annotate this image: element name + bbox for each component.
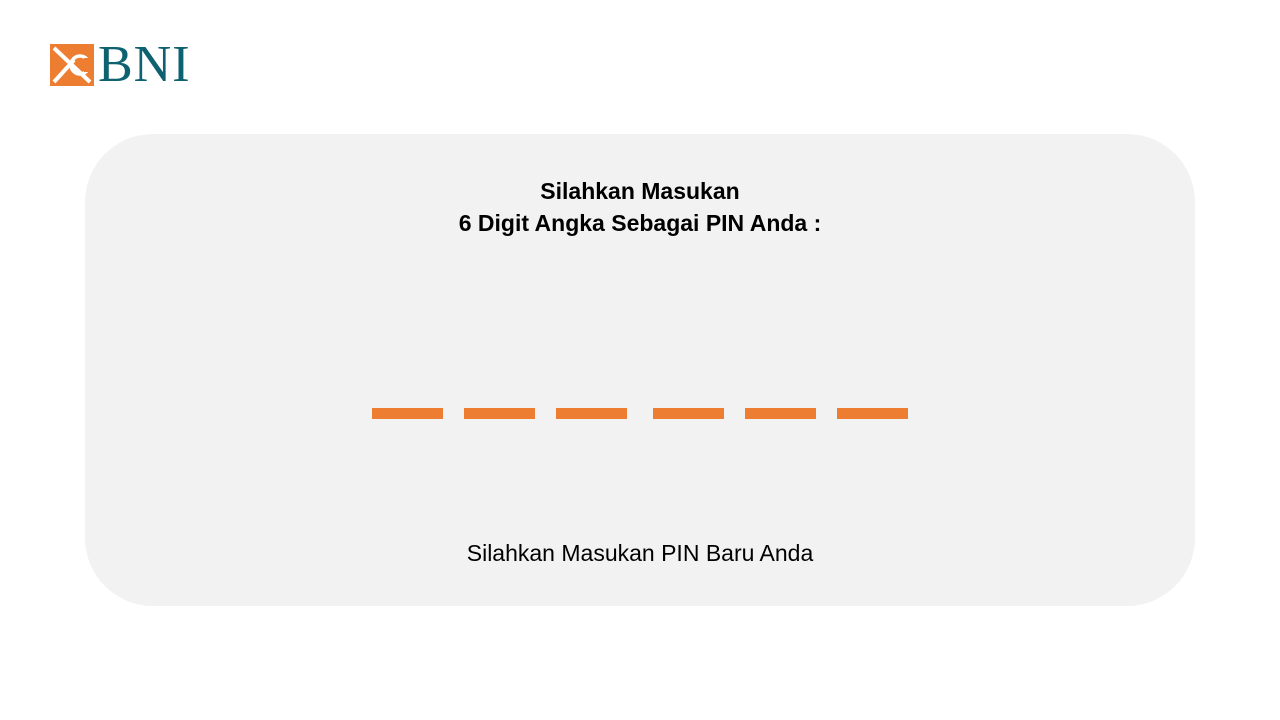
heading-line-2: 6 Digit Angka Sebagai PIN Anda :: [458, 210, 822, 236]
bni-logo: BNI: [50, 36, 191, 93]
logo-text: BNI: [98, 36, 191, 93]
pin-slot-3[interactable]: [556, 408, 627, 419]
pin-digit-slots[interactable]: [85, 408, 1195, 419]
pin-slot-2[interactable]: [464, 408, 535, 419]
pin-entry-screen: BNI Silahkan Masukan 6 Digit Angka Sebag…: [0, 0, 1280, 720]
pin-slot-4[interactable]: [653, 408, 724, 419]
pin-slot-1[interactable]: [372, 408, 443, 419]
bni-logo-mark-icon: [50, 44, 94, 86]
pin-slot-6[interactable]: [837, 408, 908, 419]
pin-slot-5[interactable]: [745, 408, 816, 419]
heading-line-1: Silahkan Masukan: [540, 178, 740, 204]
pin-panel: Silahkan Masukan 6 Digit Angka Sebagai P…: [85, 134, 1195, 606]
pin-heading: Silahkan Masukan 6 Digit Angka Sebagai P…: [85, 175, 1195, 239]
pin-prompt-text: Silahkan Masukan PIN Baru Anda: [466, 540, 814, 566]
